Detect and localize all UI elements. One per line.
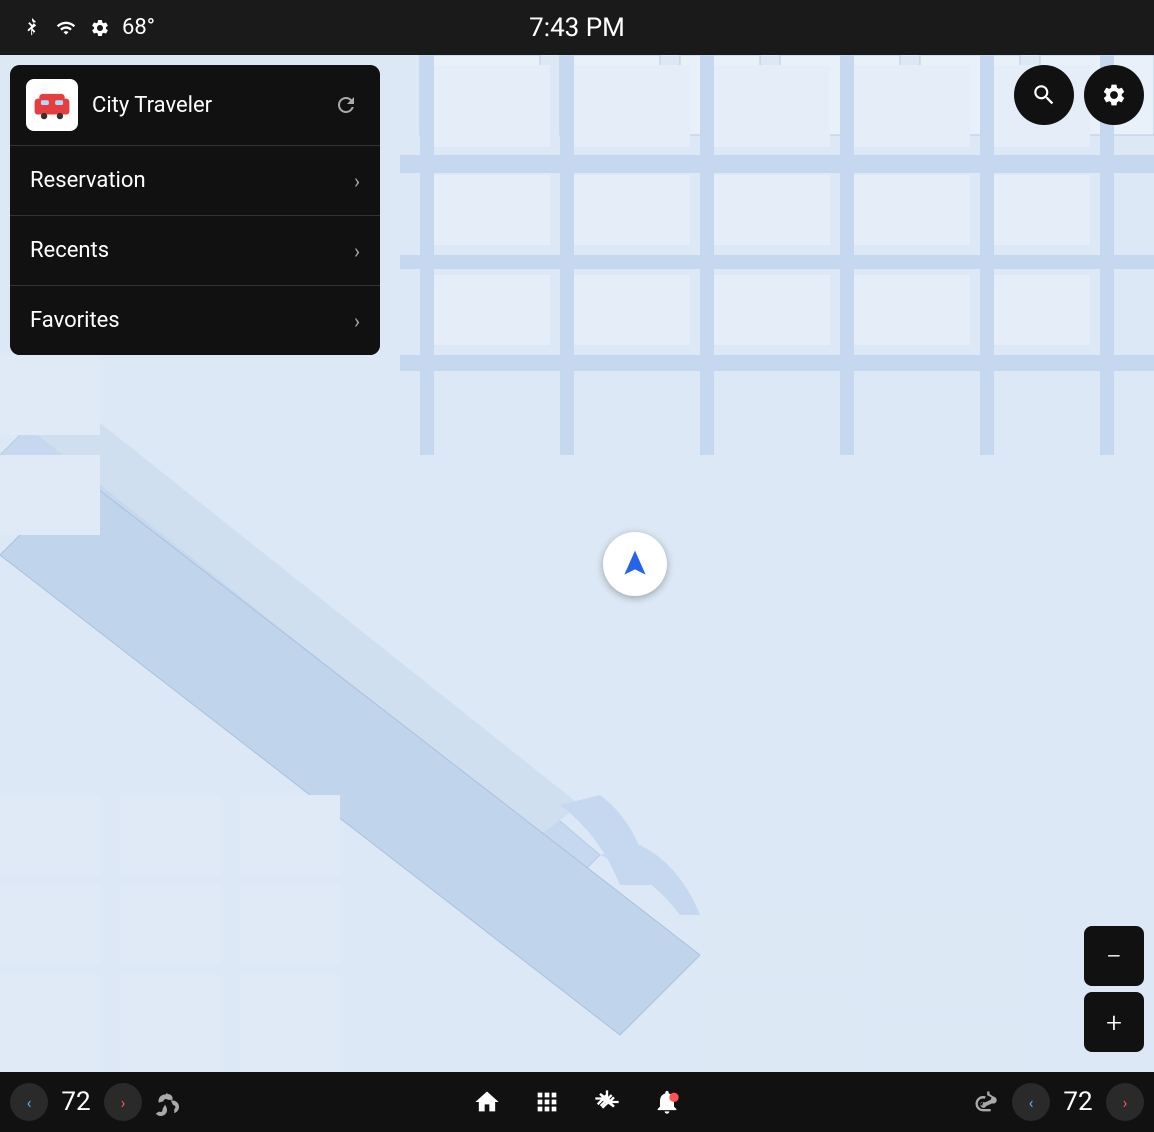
favorites-label: Favorites (30, 308, 120, 333)
settings-status-icon (88, 16, 112, 40)
zoom-controls: − + (1084, 926, 1144, 1052)
app-header: City Traveler (10, 65, 380, 146)
bluetooth-icon (20, 16, 44, 40)
temp-right-increase-button[interactable]: › (1106, 1083, 1144, 1121)
temp-right-section: ‹ 72 › (1012, 1083, 1144, 1121)
favorites-menu-item[interactable]: Favorites › (10, 286, 380, 355)
signal-icon (54, 16, 78, 40)
temp-left-section: ‹ 72 › (10, 1083, 142, 1121)
favorites-chevron: › (354, 309, 360, 333)
temp-left-increase-button[interactable]: › (104, 1083, 142, 1121)
home-button[interactable] (461, 1076, 513, 1128)
apps-button[interactable] (521, 1076, 573, 1128)
nav-indicator (603, 532, 667, 596)
ac-button[interactable] (581, 1076, 633, 1128)
refresh-button[interactable] (328, 87, 364, 123)
status-time: 7:43 PM (529, 13, 625, 43)
zoom-out-button[interactable]: − (1084, 926, 1144, 986)
app-title: City Traveler (92, 93, 328, 118)
reservation-chevron: › (354, 169, 360, 193)
settings-button[interactable] (1084, 65, 1144, 125)
app-icon-wrap (26, 79, 78, 131)
reservation-menu-item[interactable]: Reservation › (10, 146, 380, 216)
recents-menu-item[interactable]: Recents › (10, 216, 380, 286)
recents-label: Recents (30, 238, 109, 263)
status-bar: 68° 7:43 PM (0, 0, 1154, 55)
bottom-bar: ‹ 72 › (0, 1072, 1154, 1132)
temp-right-value: 72 (1056, 1087, 1100, 1117)
search-button[interactable] (1014, 65, 1074, 125)
fan-left-icon[interactable] (142, 1076, 194, 1128)
reservation-label: Reservation (30, 168, 146, 193)
bottom-center-controls (194, 1076, 960, 1128)
car-icon (33, 86, 71, 124)
seat-heat-right-icon[interactable] (960, 1076, 1012, 1128)
map-area: City Traveler Reservation › Recents › Fa… (0, 55, 1154, 1072)
temp-right-decrease-button[interactable]: ‹ (1012, 1083, 1050, 1121)
temp-left-value: 72 (54, 1087, 98, 1117)
app-card: City Traveler Reservation › Recents › Fa… (10, 65, 380, 355)
notification-button[interactable] (641, 1076, 693, 1128)
temp-left-decrease-button[interactable]: ‹ (10, 1083, 48, 1121)
zoom-in-button[interactable]: + (1084, 992, 1144, 1052)
recents-chevron: › (354, 239, 360, 263)
status-temperature: 68° (122, 15, 155, 40)
top-right-buttons (1014, 65, 1144, 125)
